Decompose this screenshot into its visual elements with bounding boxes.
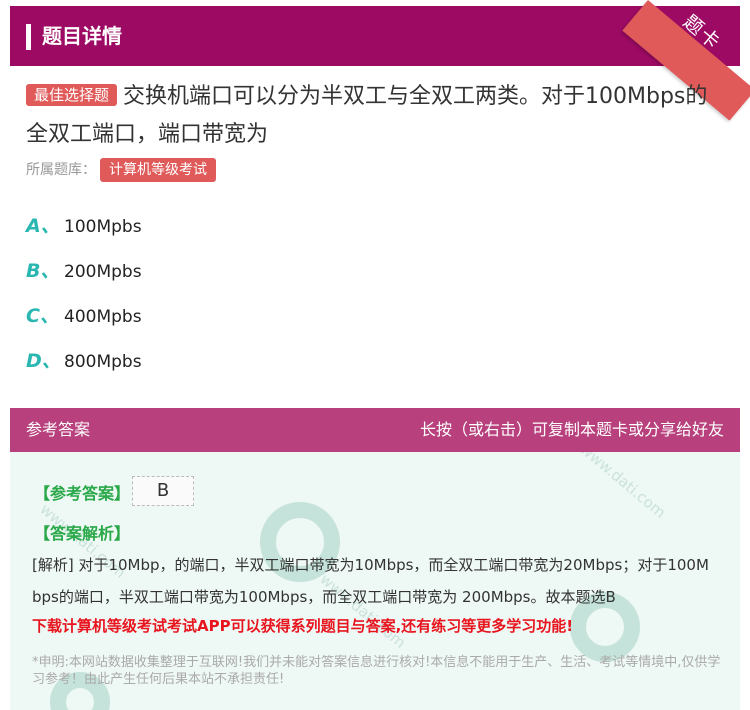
answer-section-header: 参考答案 长按（或右击）可复制本题卡或分享给好友 <box>10 408 740 452</box>
option-c[interactable]: C、 400Mpbs <box>26 301 142 331</box>
share-hint: 长按（或右击）可复制本题卡或分享给好友 <box>419 420 724 439</box>
option-letter: D、 <box>26 350 61 372</box>
option-text: 800Mpbs <box>64 352 142 372</box>
option-letter: A、 <box>26 215 60 237</box>
answer-section-title: 参考答案 <box>26 420 91 439</box>
option-text: 400Mpbs <box>64 307 142 327</box>
header-accent-bar <box>26 24 31 50</box>
question-source: 所属题库： 计算机等级考试 <box>26 157 216 183</box>
explanation-text: [解析] 对于10Mbp，的端口，半双工端口带宽为10Mbps，而全双工端口带宽… <box>32 556 709 606</box>
answer-value: B <box>132 476 194 506</box>
option-text: 100Mpbs <box>64 217 142 237</box>
source-label: 所属题库： <box>26 162 96 178</box>
page-title: 题目详情 <box>42 24 122 48</box>
source-tag[interactable]: 计算机等级考试 <box>100 158 216 182</box>
answer-body: www.dati.com www.dati.com www.dati.com 【… <box>10 452 740 710</box>
option-d[interactable]: D、 800Mpbs <box>26 346 142 376</box>
question-type-badge: 最佳选择题 <box>26 84 118 106</box>
watermark-text: www.dati.com <box>576 452 670 522</box>
explanation-label: 【答案解析】 <box>34 524 131 543</box>
option-text: 200Mpbs <box>64 262 142 282</box>
answer-label: 【参考答案】 <box>34 484 131 503</box>
option-a[interactable]: A、 100Mpbs <box>26 211 142 241</box>
app-promo-link[interactable]: 下载计算机等级考试考试APP可以获得系列题目与答案,还有练习等更多学习功能! <box>32 615 573 636</box>
question-text: 交换机端口可以分为半双工与全双工两类。对于100Mbps的全双工端口，端口带宽为 <box>26 84 708 147</box>
option-b[interactable]: B、 200Mpbs <box>26 256 142 286</box>
question-block: 最佳选择题 交换机端口可以分为半双工与全双工两类。对于100Mbps的全双工端口，… <box>26 78 716 154</box>
disclaimer-text: *申明:本网站数据收集整理于互联网!我们并未能对答案信息进行核对!本信息不能用于… <box>32 655 721 687</box>
option-letter: C、 <box>26 305 59 327</box>
option-letter: B、 <box>26 260 60 282</box>
